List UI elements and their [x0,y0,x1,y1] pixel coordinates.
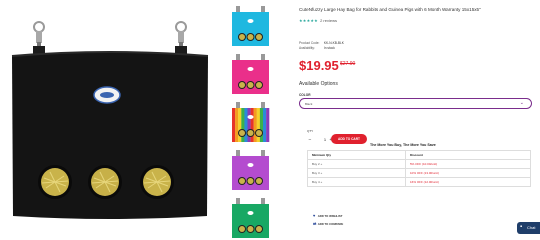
hay-opening-2 [88,165,122,199]
tier-discount: 10% OFF (13.00/unit) [405,168,531,178]
color-select[interactable]: Black ⌄ [299,98,532,109]
wishlist-label: ADD TO WISHLIST [317,214,343,218]
product-page: CuteNfuzzy Large Hay Bag for Rabbits and… [0,0,540,240]
product-code-label: Product Code: [299,41,320,45]
availability-value: In stock [323,46,335,50]
availability-label: Availability: [299,46,315,50]
main-product-image[interactable] [0,0,225,240]
chevron-down-icon: ⌄ [519,100,524,106]
table-row: Buy 2 + 5% OFF (10.00/unit) [307,159,531,169]
old-price: $27.90 [340,61,356,67]
brand-logo-patch [93,86,121,104]
compare-label: ADD TO COMPARE [317,222,344,226]
table-row: Buy 3 + 10% OFF (13.00/unit) [307,168,531,178]
product-code-value: KK-N-KB-BLK [323,41,344,45]
thumb-green[interactable] [228,196,273,240]
column-header-min-qty: Minimum Qty [307,150,406,160]
price: $19.95 [299,58,339,73]
tier-pricing-table: Minimum Qty Discount Buy 2 + 5% OFF (10.… [307,150,531,187]
thumb-purple[interactable] [228,148,273,194]
tier-discount: 16% OFF (12.00/unit) [405,177,531,187]
product-title: CuteNfuzzy Large Hay Bag for Rabbits and… [299,7,481,12]
heart-icon: ♥ [313,213,316,218]
table-row: Buy 4 + 16% OFF (12.00/unit) [307,177,531,187]
thumb-blue[interactable] [228,4,273,50]
metal-clip-right [175,21,187,48]
add-to-compare-link[interactable]: ⇄ ADD TO COMPARE [313,221,343,226]
tier-discount: 5% OFF (10.00/unit) [405,159,531,169]
hay-opening-1 [38,165,72,199]
rating-stars: ★★★★★ [299,18,318,23]
tier-qty: Buy 3 + [307,168,406,178]
thumb-pink[interactable] [228,52,273,98]
chat-widget-button[interactable]: ▪ Chat [517,222,540,234]
chat-icon: ▪ [520,224,523,230]
review-count[interactable]: 2 reviews [320,18,337,23]
hay-bag-image [11,21,209,219]
product-code-row: Product Code: KK-N-KB-BLK [299,41,344,45]
hay-opening-3 [140,165,174,199]
qty-decrease-button[interactable]: − [307,136,313,144]
availability-row: Availability: In stock [299,46,335,50]
color-select-value: Black [305,102,313,106]
rating[interactable]: ★★★★★ 2 reviews [299,18,337,23]
qty-label: QTY [307,129,314,133]
tier-pricing-heading: The More You Buy, The More You Save [370,143,436,147]
metal-clip-left [33,21,45,48]
add-to-wishlist-link[interactable]: ♥ ADD TO WISHLIST [313,213,343,218]
tier-qty: Buy 2 + [307,159,406,169]
column-header-discount: Discount [405,150,531,160]
tier-qty: Buy 4 + [307,177,406,187]
table-header-row: Minimum Qty Discount [307,150,531,160]
add-to-cart-button[interactable]: ADD TO CART [331,134,367,144]
compare-icon: ⇄ [313,221,317,226]
chat-label: Chat [527,225,536,230]
available-options-heading: Available Options [299,81,338,87]
color-label: COLOR [299,93,311,97]
thumb-rainbow[interactable] [228,100,273,146]
